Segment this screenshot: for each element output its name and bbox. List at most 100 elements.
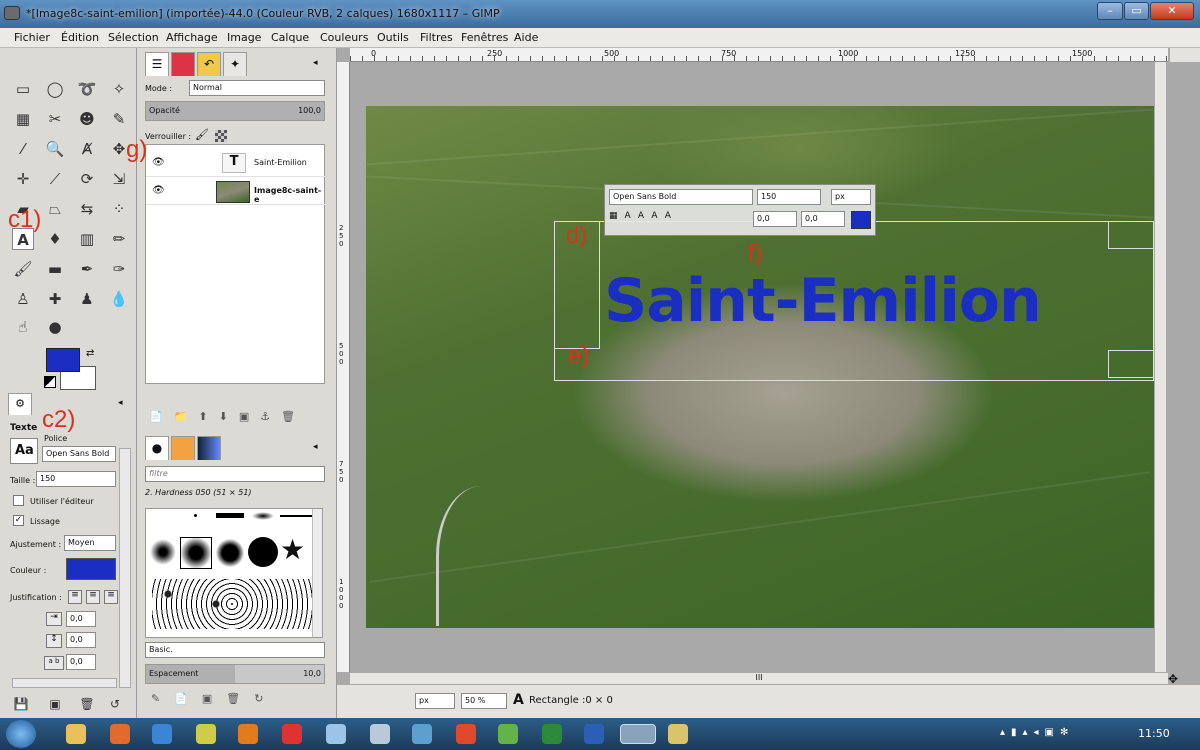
color-select-icon[interactable]: ▦	[12, 108, 34, 130]
paintbrush-icon[interactable]: 🖌	[12, 258, 34, 280]
justify-left-button[interactable]: ≡	[68, 590, 82, 604]
text-box-handle-bottom-right[interactable]	[1108, 350, 1154, 378]
menu-fenetres[interactable]: Fenêtres	[461, 31, 508, 44]
app-icon[interactable]	[668, 724, 688, 744]
lock-alpha-icon[interactable]	[215, 130, 227, 142]
app-icon[interactable]	[370, 724, 390, 744]
zoom-icon[interactable]: 🔍	[44, 138, 66, 160]
brush-item[interactable]	[216, 539, 244, 567]
layer-actions[interactable]: 📄📁⬆⬇▣⚓🗑	[149, 410, 306, 423]
overlay-unit-select[interactable]: px	[831, 189, 871, 205]
swap-colors-icon[interactable]: ⇄	[86, 348, 94, 359]
cage-icon[interactable]: ⁘	[108, 198, 130, 220]
menu-couleurs[interactable]: Couleurs	[320, 31, 368, 44]
restore-options-icon[interactable]: ▣	[44, 693, 66, 715]
overlay-color-button[interactable]	[851, 211, 871, 229]
menu-filtres[interactable]: Filtres	[420, 31, 453, 44]
font-input[interactable]: Open Sans Bold	[42, 446, 116, 462]
brush-item[interactable]	[194, 514, 197, 517]
tool-options-hscrollbar[interactable]	[12, 678, 117, 688]
layer-row[interactable]: 👁 T Saint-Emilion	[146, 149, 326, 177]
brush-actions[interactable]: ✎📄▣🗑↻	[151, 692, 278, 705]
brush-item[interactable]	[216, 513, 244, 518]
layers-menu-icon[interactable]: ◂	[313, 58, 318, 68]
minimize-button[interactable]: –	[1097, 2, 1123, 20]
font-picker-button[interactable]: Aa	[10, 438, 38, 464]
justify-right-button[interactable]: ≡	[86, 590, 100, 604]
navigate-icon[interactable]	[1170, 48, 1200, 62]
brush-filter-input[interactable]: filtre	[145, 466, 325, 482]
overlay-size-input[interactable]: 150	[757, 189, 821, 205]
unit-select[interactable]: px	[415, 693, 455, 709]
channels-tab-icon[interactable]	[171, 52, 195, 76]
brush-item[interactable]	[150, 539, 176, 565]
ie-icon[interactable]	[152, 724, 172, 744]
system-tray-icons[interactable]: ▴▮▴◂▣✻	[1000, 727, 1074, 738]
app-icon[interactable]	[282, 724, 302, 744]
maximize-button[interactable]: ▭	[1124, 2, 1149, 20]
app-icon[interactable]	[498, 724, 518, 744]
hinting-select[interactable]: Moyen	[64, 535, 116, 551]
overlay-font-input[interactable]: Open Sans Bold	[609, 189, 753, 205]
menu-calque[interactable]: Calque	[271, 31, 309, 44]
app-icon[interactable]	[412, 724, 432, 744]
color-picker-icon[interactable]: ⁄	[12, 138, 34, 160]
brushes-menu-icon[interactable]: ◂	[313, 442, 318, 452]
blur-icon[interactable]: 💧	[108, 288, 130, 310]
measure-icon[interactable]: Ⱥ	[76, 138, 98, 160]
close-button[interactable]: ✕	[1150, 2, 1194, 20]
gradients-tab-icon[interactable]	[197, 436, 221, 460]
text-box-handle-top-right[interactable]	[1108, 221, 1154, 249]
brush-item[interactable]	[252, 512, 274, 520]
brush-item-selected[interactable]	[180, 537, 212, 569]
save-options-icon[interactable]: 💾	[10, 693, 32, 715]
justify-center-button[interactable]: ≡	[104, 590, 118, 604]
chrome-icon[interactable]	[456, 724, 476, 744]
size-input[interactable]: 150	[36, 471, 116, 487]
app-icon[interactable]	[326, 724, 346, 744]
default-colors-icon[interactable]	[44, 376, 56, 388]
visibility-eye-icon[interactable]: 👁	[152, 157, 165, 168]
media-icon[interactable]	[238, 724, 258, 744]
menu-edition[interactable]: Édition	[61, 31, 99, 44]
clock[interactable]: 11:50	[1138, 727, 1170, 740]
reset-options-icon[interactable]: ↺	[104, 693, 126, 715]
perspective-icon[interactable]: ⏢	[44, 198, 66, 220]
undo-tab-icon[interactable]: ↶	[197, 52, 221, 76]
brush-item[interactable]	[152, 579, 312, 629]
brush-scrollbar[interactable]	[312, 509, 322, 637]
menu-fichier[interactable]: Fichier	[14, 31, 50, 44]
ink-icon[interactable]: ✑	[108, 258, 130, 280]
scale-icon[interactable]: ⇲	[108, 168, 130, 190]
bucket-fill-icon[interactable]: ♦	[44, 228, 66, 250]
letter-spacing-input[interactable]: 0,0	[66, 654, 96, 670]
horizontal-scrollbar[interactable]: III	[350, 672, 1168, 684]
visibility-eye-icon[interactable]: 👁	[152, 185, 165, 196]
text-color-button[interactable]	[66, 558, 116, 580]
paths-icon[interactable]: ✎	[108, 108, 130, 130]
lasso-icon[interactable]: ➰	[76, 78, 98, 100]
line-spacing-input[interactable]: 0,0	[66, 632, 96, 648]
start-button-icon[interactable]	[6, 720, 36, 748]
opacity-slider[interactable]: Opacité 100,0	[145, 101, 325, 121]
pencil-icon[interactable]: ✏	[108, 228, 130, 250]
brushes-tab-icon[interactable]: ●	[145, 436, 169, 460]
scissors-icon[interactable]: ✂	[44, 108, 66, 130]
tool-options-tab[interactable]: ⚙	[8, 393, 32, 415]
clone-icon[interactable]: ♙	[12, 288, 34, 310]
firefox-icon[interactable]	[110, 724, 130, 744]
ellipse-select-icon[interactable]: ◯	[44, 78, 66, 100]
fuzzy-select-icon[interactable]: ✧	[108, 78, 130, 100]
align-icon[interactable]: ✛	[12, 168, 34, 190]
spacing-slider[interactable]: Espacement 10,0	[145, 664, 325, 684]
foreground-select-icon[interactable]: ☻	[76, 108, 98, 130]
rotate-icon[interactable]: ⟳	[76, 168, 98, 190]
configure-tab-icon[interactable]: ◂	[118, 398, 123, 408]
paths-tab-icon[interactable]: ✦	[223, 52, 247, 76]
menu-image[interactable]: Image	[227, 31, 261, 44]
lock-pixels-icon[interactable]: 🖌	[195, 128, 209, 141]
mode-select[interactable]: Normal	[189, 80, 325, 96]
airbrush-icon[interactable]: ✒	[76, 258, 98, 280]
antialias-checkbox[interactable]: ✓	[13, 515, 24, 526]
menu-outils[interactable]: Outils	[377, 31, 409, 44]
